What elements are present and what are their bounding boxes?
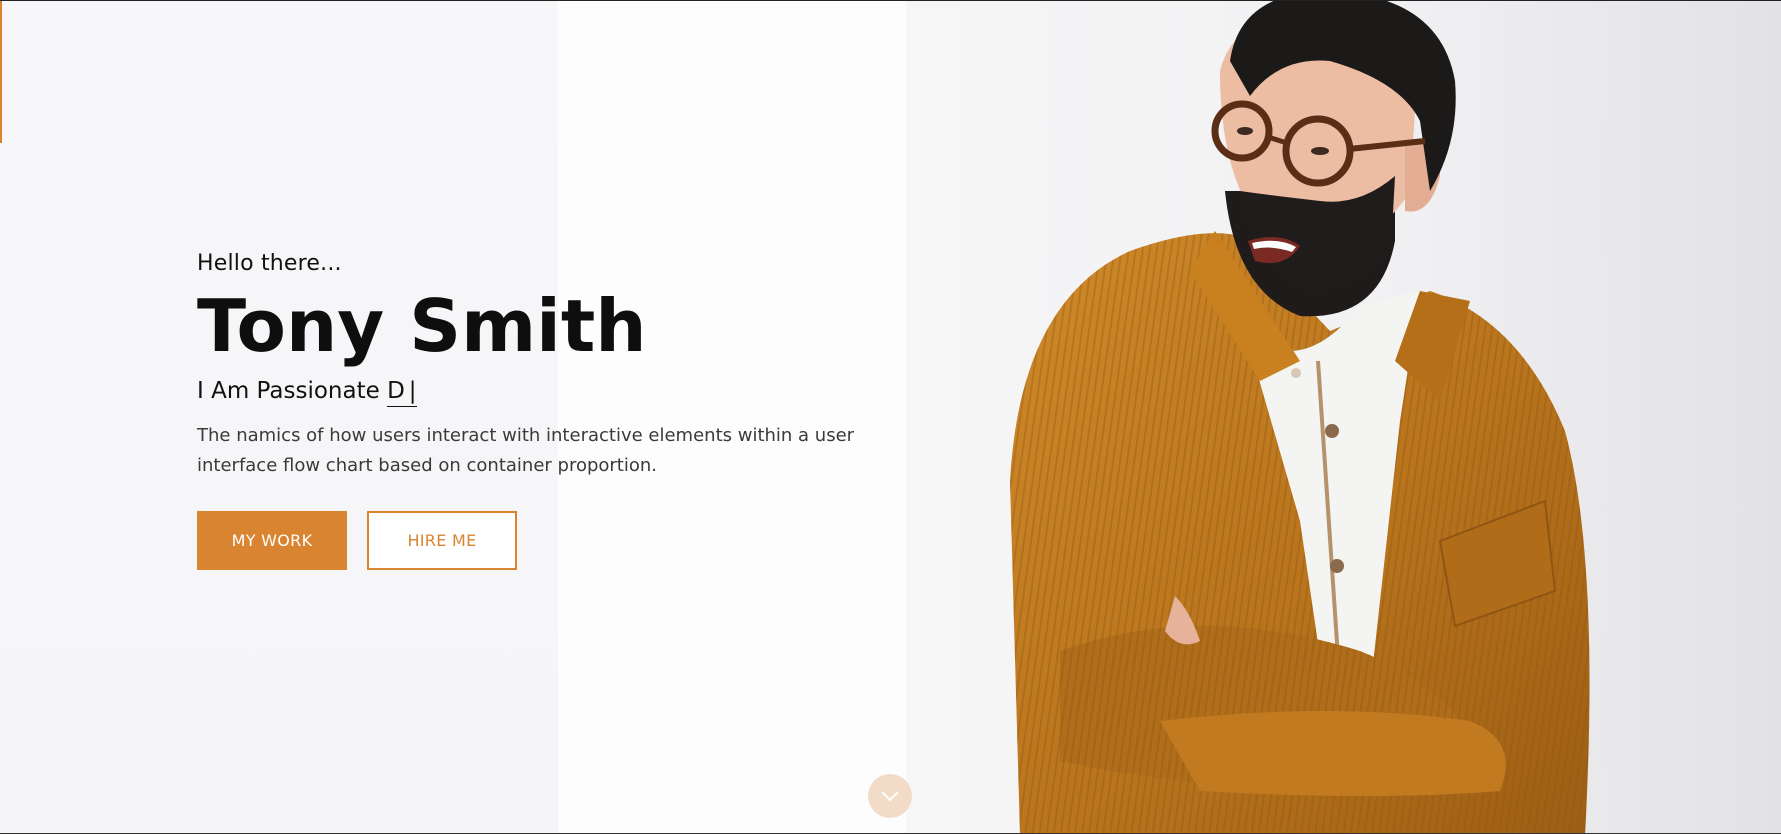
left-accent-bar <box>0 1 2 143</box>
my-work-button[interactable]: MY WORK <box>197 511 347 570</box>
chevron-down-icon <box>881 791 899 802</box>
greeting-text: Hello there... <box>197 251 342 276</box>
hero-tagline: I Am Passionate D | <box>197 373 897 409</box>
portrait-image <box>1010 1 1590 834</box>
tagline-typed-word: D <box>387 378 405 404</box>
hero-page: Hello there... Tony Smith I Am Passionat… <box>0 0 1781 834</box>
scroll-down-button[interactable] <box>868 774 912 818</box>
hero-name: Tony Smith <box>197 284 647 368</box>
hero-buttons: MY WORK HIRE ME <box>197 511 897 570</box>
typing-cursor: | <box>408 378 417 404</box>
tagline-typed-text: D | <box>387 376 417 407</box>
hero-description: The namics of how users interact with in… <box>197 425 855 476</box>
hero-content: Hello there... Tony Smith I Am Passionat… <box>197 247 897 570</box>
tagline-prefix: I Am Passionate <box>197 378 380 404</box>
hire-me-button[interactable]: HIRE ME <box>367 511 517 570</box>
